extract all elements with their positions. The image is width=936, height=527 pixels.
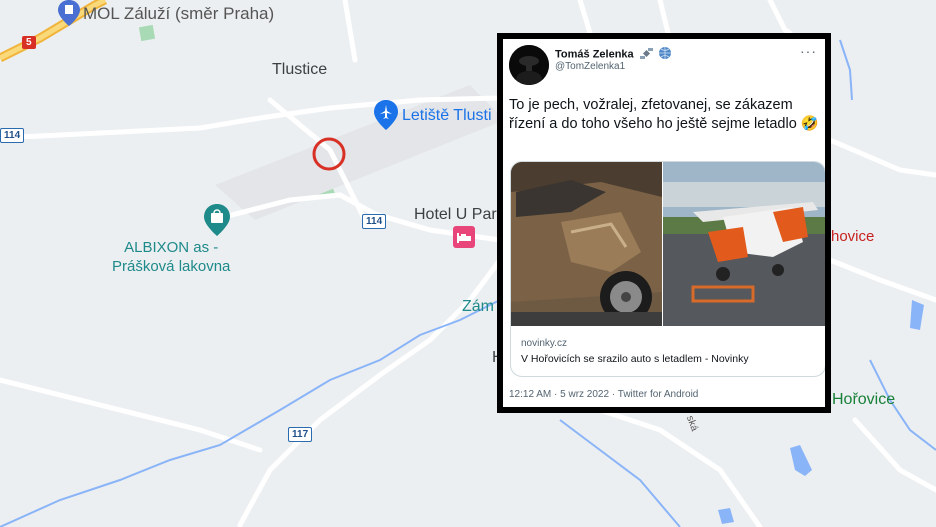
- fuel-pin-icon[interactable]: [58, 0, 80, 26]
- road-shield-117: 117: [288, 427, 313, 442]
- place-airport[interactable]: Letiště Tlusti: [402, 107, 492, 125]
- avatar[interactable]: [509, 45, 549, 85]
- more-options-icon[interactable]: ···: [800, 43, 817, 59]
- road-shield-114-left: 114: [0, 128, 25, 143]
- place-zamek[interactable]: Zám: [462, 298, 494, 316]
- tweet-timestamp[interactable]: 12:12 AM · 5 wrz 2022 · Twitter for Andr…: [509, 389, 698, 400]
- albixon-line1: ALBIXON as -: [124, 239, 219, 256]
- crashed-plane-image: [663, 162, 825, 326]
- tweet-text: To je pech, vožralej, zfetovanej, se zák…: [509, 96, 819, 134]
- place-albixon[interactable]: ALBIXON as - Prášková lakovna: [112, 238, 230, 276]
- road-shield-5: 5: [22, 36, 36, 49]
- globe-icon: [658, 46, 672, 63]
- tweet-card: Tomáš Zelenka @TomZelenka1 ··· To je pec…: [503, 39, 825, 407]
- bed-icon[interactable]: [453, 226, 475, 248]
- link-preview-card[interactable]: novinky.cz V Hořovicích se srazilo auto …: [510, 161, 825, 377]
- place-hovice[interactable]: hovice: [831, 228, 874, 245]
- tweet-text-body: To je pech, vožralej, zfetovanej, se zák…: [509, 97, 797, 132]
- road-shield-114-mid: 114: [362, 214, 387, 229]
- tweet-emoji: 🤣: [800, 116, 819, 132]
- author-name-text: Tomáš Zelenka: [555, 48, 634, 61]
- place-tlustice[interactable]: Tlustice: [272, 61, 327, 79]
- tweet-embed: Tomáš Zelenka @TomZelenka1 ··· To je pec…: [497, 33, 831, 413]
- albixon-line2: Prášková lakovna: [112, 258, 231, 275]
- park-area: [138, 24, 156, 42]
- airplane-pin-icon[interactable]: [374, 100, 398, 130]
- place-hotel[interactable]: Hotel U Par: [414, 206, 497, 224]
- shopping-bag-pin-icon[interactable]: [204, 204, 230, 236]
- link-title[interactable]: V Hořovicích se srazilo auto s letadlem …: [521, 353, 749, 365]
- tweet-author-handle[interactable]: @TomZelenka1: [555, 61, 625, 72]
- place-mol[interactable]: MOL Záluží (směr Praha): [83, 4, 274, 24]
- damaged-car-image: [511, 162, 662, 326]
- satellite-icon: [639, 47, 653, 63]
- link-domain: novinky.cz: [521, 338, 567, 349]
